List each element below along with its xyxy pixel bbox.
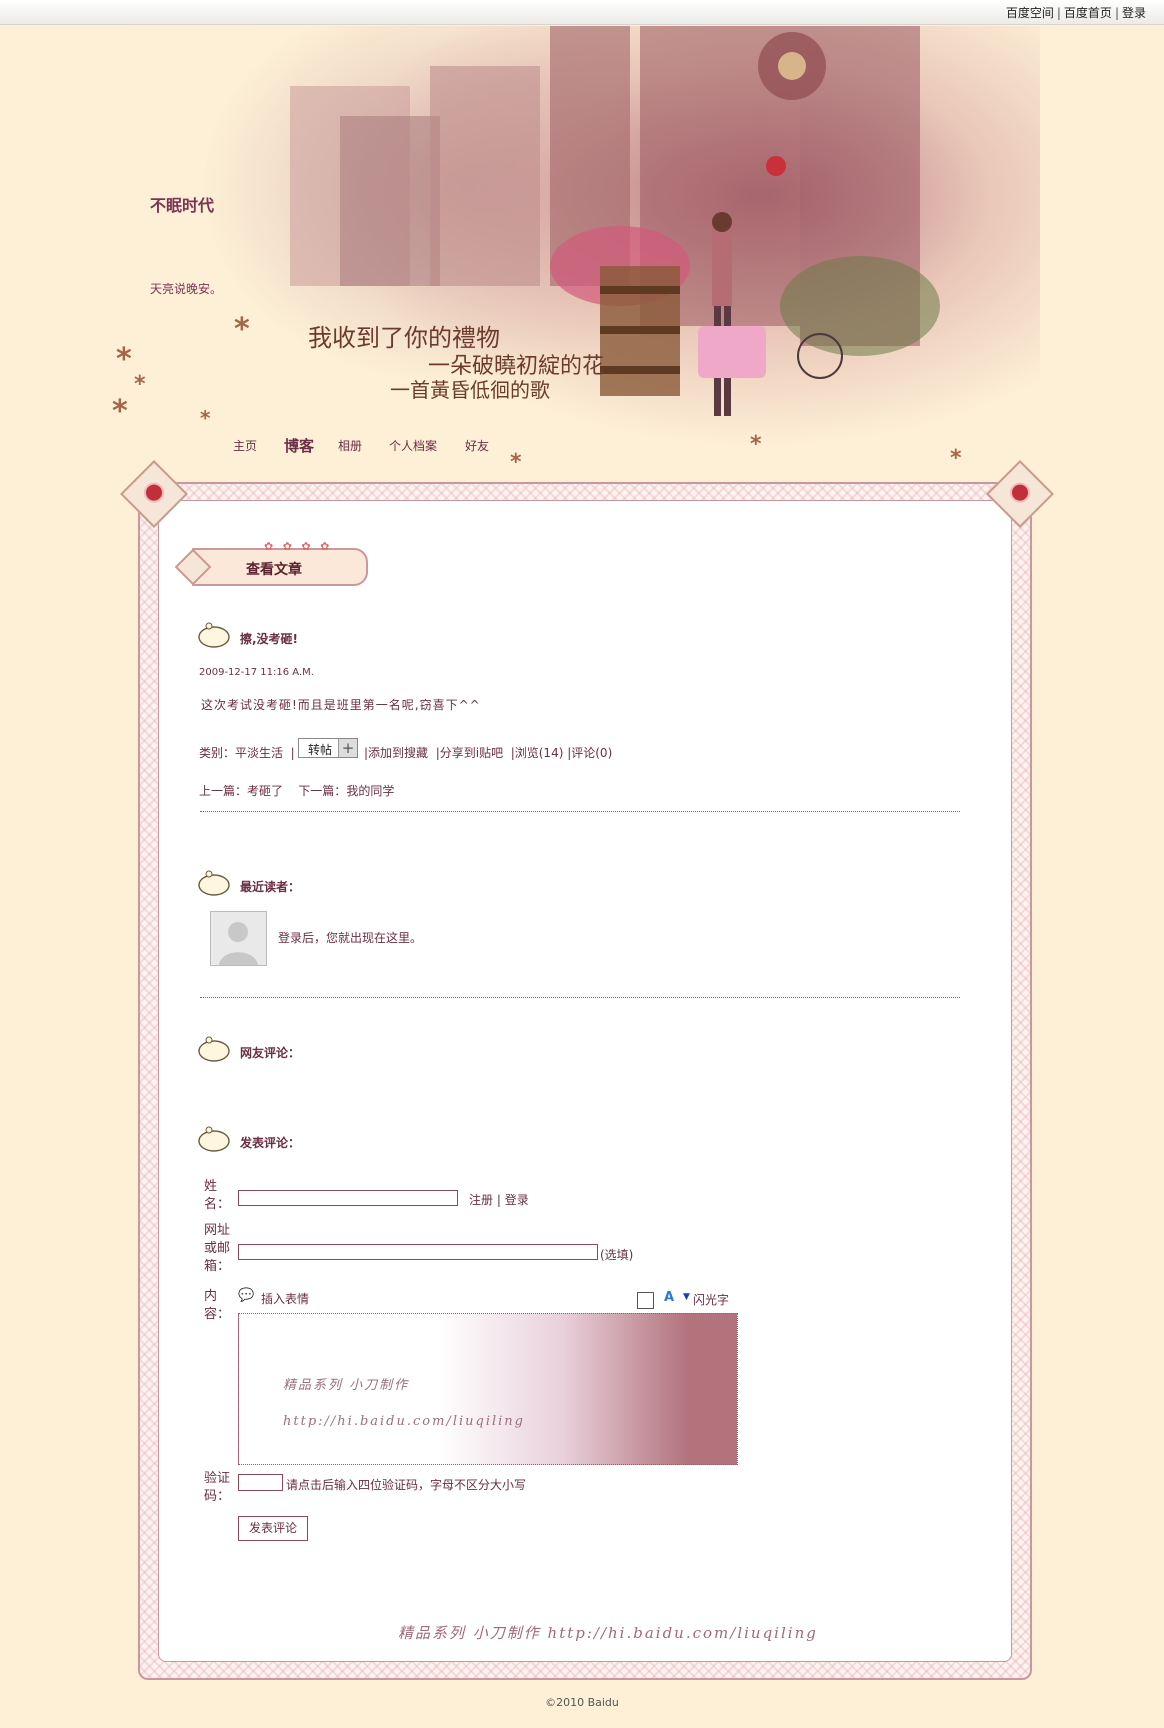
name-input[interactable] — [238, 1190, 458, 1206]
next-article-link[interactable]: 我的同学 — [346, 784, 394, 798]
footer-signature: 精品系列 小刀制作 http://hi.baidu.com/liuqiling — [398, 1624, 818, 1642]
prev-article-link[interactable]: 考砸了 — [247, 784, 283, 798]
emoji-icon[interactable]: 💬 — [238, 1288, 254, 1303]
url-label: 网址或邮箱： — [204, 1223, 231, 1274]
bubble-icon — [198, 1126, 230, 1152]
top-bar: 百度空间 | 百度首页 | 登录 — [0, 0, 1164, 25]
article-nav: 上一篇：考砸了 下一篇：我的同学 — [199, 782, 394, 799]
submit-comment-button[interactable]: 发表评论 — [238, 1516, 308, 1541]
comments-heading: 网友评论： — [240, 1046, 301, 1060]
name-links: 注册 | 登录 — [469, 1193, 529, 1207]
insert-emoji-link[interactable]: 插入表情 — [261, 1290, 309, 1307]
post-comment-heading: 发表评论： — [240, 1136, 301, 1150]
nav-home[interactable]: 主页 — [233, 437, 257, 454]
star-decoration: * — [950, 446, 962, 471]
copyright: ©2010 Baidu — [545, 1696, 619, 1709]
flash-text-label: 闪光字 — [693, 1293, 730, 1307]
prev-label: 上一篇： — [199, 784, 248, 798]
star-decoration: * — [112, 394, 128, 429]
views-link[interactable]: 浏览(14) — [515, 746, 564, 760]
share-link[interactable]: 分享到i贴吧 — [440, 746, 503, 760]
comment-textarea[interactable]: 精品系列 小刀制作 http://hi.baidu.com/liuqiling — [238, 1313, 738, 1465]
divider — [200, 997, 960, 998]
captcha-hint: 请点击后输入四位验证码，字母不区分大小写 — [286, 1478, 527, 1492]
login-link[interactable]: 登录 — [1122, 6, 1146, 20]
avatar — [210, 911, 267, 966]
comments-count-link[interactable]: 评论(0) — [571, 746, 612, 760]
color-text-icon[interactable]: A — [664, 1290, 674, 1305]
flash-checkbox[interactable] — [637, 1292, 654, 1309]
nav-friends[interactable]: 好友 — [465, 437, 489, 454]
content-label: 内容： — [204, 1289, 231, 1322]
article-date: 2009-12-17 11:16 A.M. — [199, 667, 314, 678]
add-favorite-link[interactable]: 添加到搜藏 — [368, 746, 428, 760]
plus-icon[interactable]: + — [338, 739, 357, 757]
header-banner: 不眠时代 天亮说晚安。 我收到了你的禮物 一朵破曉初綻的花 一首黃昏低徊的歌 *… — [100, 26, 1040, 478]
article-meta: 类别：平淡生活 | — [199, 746, 295, 760]
star-decoration: * — [750, 432, 762, 457]
textarea-watermark-2: http://hi.baidu.com/liuqiling — [283, 1414, 525, 1429]
star-decoration: * — [116, 342, 132, 377]
url-input[interactable] — [238, 1244, 598, 1260]
content-frame — [138, 482, 1032, 1680]
star-decoration: * — [510, 450, 522, 475]
bubble-icon — [198, 870, 230, 896]
repost-button[interactable]: 转帖 + — [298, 738, 358, 758]
captcha-label: 验证码： — [204, 1471, 231, 1504]
nav-album[interactable]: 相册 — [338, 437, 362, 454]
article-body: 这次考试没考砸!而且是班里第一名呢,窃喜下^^ — [201, 698, 481, 712]
readers-login-note: 登录后，您就出现在这里。 — [278, 931, 423, 945]
name-label: 姓名： — [204, 1179, 231, 1212]
bubble-icon — [198, 1036, 230, 1062]
blog-description: 天亮说晚安。 — [150, 282, 223, 296]
login-link-form[interactable]: 登录 — [505, 1193, 529, 1207]
nav-blog[interactable]: 博客 — [284, 435, 314, 456]
default-avatar-icon — [219, 922, 258, 965]
textarea-watermark-1: 精品系列 小刀制作 — [283, 1378, 410, 1393]
captcha-input[interactable] — [238, 1474, 283, 1491]
baidu-space-link[interactable]: 百度空间 — [1006, 6, 1054, 20]
category-label: 类别： — [199, 746, 236, 760]
next-label: 下一篇： — [298, 784, 347, 798]
blog-title[interactable]: 不眠时代 — [150, 192, 214, 216]
bubble-icon — [198, 622, 230, 648]
category-link[interactable]: 平淡生活 — [235, 746, 283, 760]
recent-readers-heading: 最近读者： — [240, 880, 301, 894]
top-links: 百度空间 | 百度首页 | 登录 — [1005, 6, 1146, 20]
dropdown-arrow-icon[interactable]: ▼ — [683, 1292, 690, 1302]
article-title: 擦,没考砸! — [240, 632, 299, 646]
optional-note: (选填) — [600, 1248, 634, 1262]
section-title: 查看文章 — [246, 562, 302, 578]
register-link[interactable]: 注册 — [469, 1193, 493, 1207]
star-decoration: * — [200, 406, 211, 430]
baidu-home-link[interactable]: 百度首页 — [1064, 6, 1112, 20]
divider — [200, 811, 960, 812]
repost-label: 转帖 — [308, 743, 333, 757]
poem-line-3: 一首黃昏低徊的歌 — [390, 378, 550, 402]
nav-profile[interactable]: 个人档案 — [389, 437, 437, 454]
star-decoration: * — [234, 312, 250, 347]
section-tab: ✿ ✿ ✿ ✿ 查看文章 — [174, 540, 368, 586]
article-actions: |添加到搜藏 |分享到i贴吧 |浏览(14) |评论(0) — [364, 746, 613, 760]
street-scene-illustration — [290, 26, 940, 416]
flower-dots: ✿ ✿ ✿ ✿ — [264, 540, 333, 553]
star-decoration: * — [134, 372, 146, 397]
